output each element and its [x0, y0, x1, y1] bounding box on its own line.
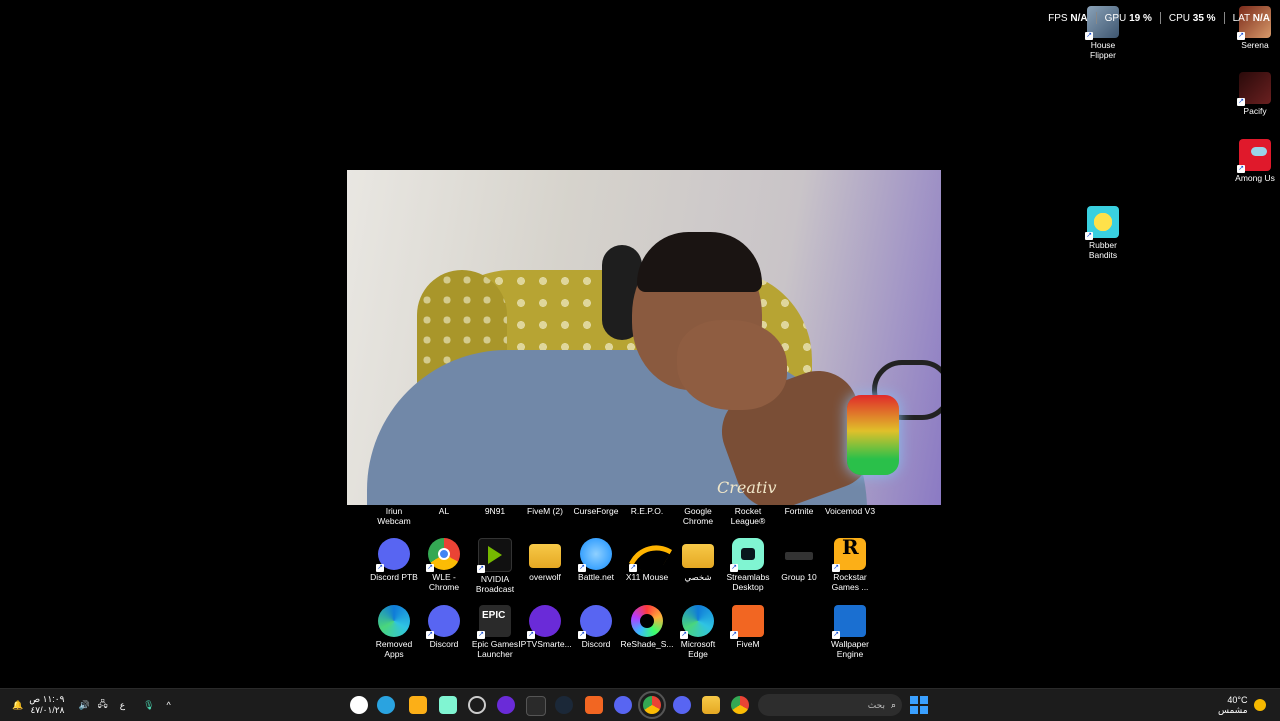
- desktop-icon-label: House Flipper: [1090, 40, 1116, 60]
- pacify-icon: ↗: [1237, 72, 1271, 106]
- shirt-print: Creativ: [717, 478, 777, 497]
- discord-icon: ↗: [426, 605, 460, 639]
- search-icon: ⌕: [890, 699, 896, 710]
- taskbar-streamlabs-icon[interactable]: [439, 696, 457, 714]
- gpu-readout: GPU 19 %: [1104, 12, 1152, 24]
- taskbar-steam-icon[interactable]: [555, 696, 573, 714]
- desktop-icon-label: Rubber Bandits: [1088, 240, 1118, 260]
- taskbar-search-box[interactable]: بحث ⌕: [758, 694, 902, 716]
- search-placeholder: بحث: [867, 699, 885, 710]
- desktop-icon-wallpaper-engine[interactable]: ↗ Wallpaper Engine: [819, 605, 881, 659]
- overlay-divider: [1223, 12, 1225, 24]
- webcam-person-hand: [677, 320, 787, 410]
- chrome-icon: ↗: [426, 538, 460, 572]
- desktop-icon-rubber-bandits[interactable]: ↗ Rubber Bandits: [1072, 206, 1134, 260]
- reshade-icon: [631, 605, 663, 637]
- x11-mouse-icon: ↗: [628, 534, 673, 579]
- volume-icon[interactable]: 🔊: [78, 700, 89, 711]
- sun-icon: [1253, 699, 1266, 711]
- desktop-icon-label: Wallpaper Engine: [831, 639, 869, 659]
- clock-time: ١١:٠٩ ص: [29, 694, 65, 704]
- system-tray-left: 🔔 ١١:٠٩ ص ٤٧/٠١/٢٨ 🔊 🖧 ع 🎙 ^: [12, 689, 171, 721]
- network-icon[interactable]: 🖧: [98, 697, 108, 713]
- discord-icon: ↗: [578, 605, 612, 639]
- taskbar-rockstar-icon[interactable]: [409, 696, 427, 714]
- overlay-divider: [1095, 12, 1097, 24]
- webcam-rgb-microphone: [847, 395, 899, 475]
- taskbar-iptv-icon[interactable]: [497, 696, 515, 714]
- taskbar-discord-icon[interactable]: [614, 696, 632, 714]
- group-icon: [783, 538, 815, 570]
- among-us-icon: ↗: [1237, 139, 1271, 173]
- desktop-icon-pacify[interactable]: ↗ Pacify: [1224, 72, 1280, 116]
- cpu-readout: CPU 35 %: [1168, 12, 1216, 24]
- desktop-icon-among-us[interactable]: ↗ Among Us: [1224, 139, 1280, 183]
- weather-description: مشمس: [1218, 705, 1248, 715]
- epic-games-icon: EPIC ↗: [477, 605, 511, 639]
- discord-ptb-icon: ↗: [376, 538, 410, 572]
- nvidia-broadcast-icon: ↗: [477, 538, 512, 573]
- taskbar-app-icon[interactable]: [468, 696, 486, 714]
- desktop-icon-voicemod[interactable]: Voicemod V3: [819, 506, 881, 516]
- rockstar-icon: R ↗: [832, 537, 866, 572]
- clock[interactable]: ١١:٠٩ ص ٤٧/٠١/٢٨: [29, 694, 64, 716]
- taskbar-chrome-icon[interactable]: [638, 691, 666, 719]
- performance-overlay: FPS N/A GPU 19 % CPU 35 % LAT N/A: [1048, 12, 1270, 24]
- start-button[interactable]: [910, 696, 928, 714]
- streamlabs-icon: ↗: [730, 538, 764, 572]
- chevron-up-icon[interactable]: ^: [167, 700, 171, 710]
- desktop-icon-label: Among Us: [1235, 173, 1275, 183]
- edge-icon: ↗: [680, 605, 714, 639]
- desktop-icon-label: Pacify: [1243, 106, 1267, 116]
- lat-readout: LAT N/A: [1232, 12, 1270, 24]
- weather-widget[interactable]: 40°C مشمس: [1218, 689, 1266, 721]
- rubber-bandits-icon: ↗: [1085, 206, 1119, 240]
- webcam-person-hair: [637, 232, 762, 292]
- weather-temperature: 40°C: [1227, 695, 1248, 705]
- desktop-icon-label: Voicemod V3: [824, 506, 876, 516]
- desktop-icon-rockstar[interactable]: R ↗ Rockstar Games ...: [819, 537, 881, 592]
- fivem-icon: ↗: [730, 605, 764, 639]
- taskbar-chrome-icon[interactable]: [731, 696, 749, 714]
- taskbar-fivem-icon[interactable]: [585, 696, 603, 714]
- wallpaper-engine-icon: ↗: [832, 605, 866, 639]
- taskbar-obs-icon[interactable]: [350, 696, 368, 714]
- clock-date: ٤٧/٠١/٢٨: [30, 705, 65, 715]
- desktop-icon-label: Rockstar Games ...: [831, 572, 869, 592]
- taskbar-discord-icon[interactable]: [673, 696, 691, 714]
- microphone-icon[interactable]: 🎙: [143, 700, 154, 711]
- taskbar-app-icon[interactable]: [377, 696, 395, 714]
- taskbar: 🔔 ١١:٠٩ ص ٤٧/٠١/٢٨ 🔊 🖧 ع 🎙 ^ بحث ⌕ 40°C …: [0, 688, 1280, 721]
- folder-icon: [529, 544, 561, 568]
- language-indicator[interactable]: ع: [120, 700, 125, 711]
- desktop-icon-fivem[interactable]: ↗ FiveM: [717, 605, 779, 649]
- iptv-icon: ↗: [527, 605, 561, 639]
- webcam-preview-window[interactable]: Creativ: [347, 170, 941, 505]
- folder-icon: [682, 544, 714, 568]
- desktop-icon-label: Serena: [1241, 40, 1269, 50]
- overlay-divider: [1159, 12, 1161, 24]
- desktop-icon-label: FiveM: [736, 639, 760, 649]
- taskbar-epic-icon[interactable]: [526, 696, 546, 716]
- notification-icon[interactable]: 🔔: [12, 700, 23, 711]
- battlenet-icon: ↗: [578, 538, 612, 572]
- taskbar-file-explorer-icon[interactable]: [702, 696, 720, 714]
- fps-readout: FPS N/A: [1048, 12, 1088, 24]
- edge-icon: [378, 605, 410, 637]
